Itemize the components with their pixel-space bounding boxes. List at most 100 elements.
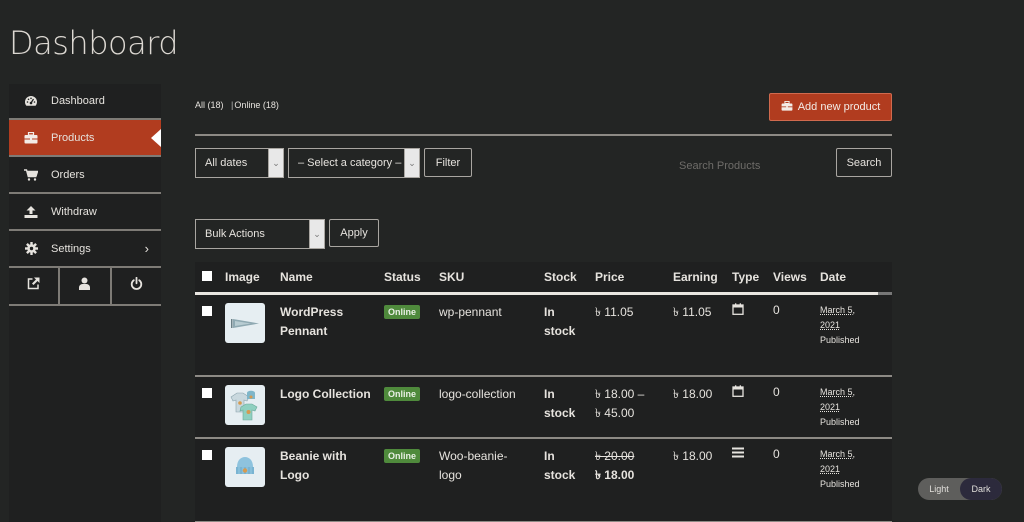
- briefcase-icon: [781, 100, 793, 114]
- product-date: March 5, 2021 Published: [820, 305, 860, 345]
- category-filter-select[interactable]: – Select a category – ⌄: [288, 148, 420, 178]
- stock-status: In stock: [544, 449, 576, 482]
- status-filter-links: All (18) |Online (18): [195, 100, 279, 110]
- status-badge: Online: [384, 305, 421, 319]
- product-earning: ৳ 18.00: [673, 449, 713, 463]
- product-thumbnail[interactable]: [225, 385, 265, 425]
- apply-button[interactable]: Apply: [329, 219, 379, 247]
- product-views: 0: [773, 447, 780, 461]
- category-filter-value: – Select a category –: [298, 157, 402, 169]
- external-link-icon: [27, 277, 40, 295]
- product-price-sale: ৳ 20.00 ৳ 18.00: [595, 447, 673, 485]
- sidebar-nav: Dashboard Products Orders Withdraw Setti…: [9, 84, 161, 522]
- table-row: Beanie with Logo Online Woo-beanie-logo I…: [195, 439, 892, 521]
- column-header-price: Price: [595, 269, 625, 284]
- product-price-range: ৳ 18.00 – ৳ 45.00: [595, 387, 645, 420]
- logout-button[interactable]: [112, 268, 161, 304]
- product-name-link[interactable]: WordPress Pennant: [280, 303, 384, 341]
- sidebar-item-dashboard[interactable]: Dashboard: [9, 84, 161, 120]
- calendar-icon: [732, 303, 744, 318]
- chevron-down-icon: ⌄: [404, 149, 419, 177]
- select-all-checkbox[interactable]: [202, 270, 212, 281]
- add-new-product-label: Add new product: [797, 101, 881, 113]
- row-checkbox[interactable]: [202, 306, 212, 316]
- product-date: March 5, 2021 Published: [820, 449, 860, 489]
- row-checkbox[interactable]: [202, 388, 212, 398]
- column-header-views: Views: [773, 269, 807, 284]
- table-row: Logo Collection Online logo-collection I…: [195, 377, 892, 439]
- column-header-image: Image: [225, 269, 260, 284]
- beanie-image: [236, 457, 254, 474]
- theme-toggle[interactable]: Light Dark: [918, 478, 1002, 500]
- cart-icon: [9, 168, 51, 181]
- sidebar-item-products[interactable]: Products: [9, 120, 161, 157]
- header-divider: [195, 134, 892, 136]
- product-date: March 5, 2021 Published: [820, 387, 860, 427]
- pennant-image: [231, 319, 259, 328]
- column-header-date: Date: [820, 269, 847, 284]
- gear-icon: [9, 242, 51, 255]
- theme-light-option[interactable]: Light: [918, 478, 960, 500]
- sidebar-item-withdraw[interactable]: Withdraw: [9, 194, 161, 231]
- page-title: Dashboard: [9, 24, 179, 62]
- product-thumbnail[interactable]: [225, 303, 265, 343]
- table-header-row: Image Name Status SKU Stock Price Earnin…: [195, 262, 892, 295]
- table-row: WordPress Pennant Online wp-pennant In sto…: [195, 295, 892, 377]
- sidebar-item-label: Orders: [51, 168, 85, 181]
- column-header-status: Status: [384, 269, 421, 284]
- filter-button[interactable]: Filter: [424, 148, 472, 177]
- profile-button[interactable]: [60, 268, 112, 304]
- column-header-stock: Stock: [544, 269, 577, 284]
- column-header-name: Name: [280, 269, 313, 284]
- sidebar-quick-actions: [9, 268, 161, 306]
- product-name-link[interactable]: Logo Collection: [280, 385, 384, 404]
- stock-status: In stock: [544, 305, 576, 338]
- logo-collection-image: [230, 390, 258, 421]
- sidebar-item-label: Withdraw: [51, 205, 97, 218]
- date-filter-select[interactable]: All dates ⌄: [195, 148, 284, 178]
- sale-price: ৳ 18.00: [595, 468, 635, 482]
- date-filter-value: All dates: [205, 157, 248, 169]
- power-icon: [130, 276, 143, 295]
- product-price: ৳ 11.05: [595, 305, 634, 319]
- status-badge: Online: [384, 449, 421, 463]
- chevron-down-icon: ⌄: [268, 149, 283, 177]
- product-earning: ৳ 11.05: [673, 305, 712, 319]
- list-icon: [732, 447, 744, 461]
- product-name-link[interactable]: Beanie with Logo: [280, 447, 384, 485]
- sidebar-item-settings[interactable]: Settings ›: [9, 231, 161, 268]
- status-badge: Online: [384, 387, 421, 401]
- column-header-earning: Earning: [673, 269, 718, 284]
- filter-all-link[interactable]: All (18): [195, 100, 224, 110]
- chevron-right-icon: ›: [144, 241, 149, 256]
- bulk-actions-value: Bulk Actions: [205, 228, 265, 240]
- product-views: 0: [773, 303, 780, 317]
- search-button[interactable]: Search: [836, 148, 892, 177]
- user-icon: [79, 277, 91, 295]
- sidebar-item-label: Dashboard: [51, 95, 105, 107]
- row-checkbox[interactable]: [202, 450, 212, 460]
- theme-dark-option[interactable]: Dark: [960, 478, 1002, 500]
- search-products-input[interactable]: [670, 152, 830, 180]
- sidebar-item-label: Settings: [51, 242, 91, 255]
- visit-store-button[interactable]: [9, 268, 61, 304]
- dashboard-gauge-icon: [9, 95, 51, 107]
- product-sku: logo-collection: [439, 387, 516, 401]
- bulk-actions-select[interactable]: Bulk Actions ⌄: [195, 219, 325, 249]
- add-new-product-button[interactable]: Add new product: [769, 93, 892, 121]
- sidebar-item-orders[interactable]: Orders: [9, 157, 161, 194]
- product-views: 0: [773, 385, 780, 399]
- product-earning: ৳ 18.00: [673, 387, 713, 401]
- calendar-icon: [732, 385, 744, 400]
- upload-icon: [9, 205, 51, 218]
- column-header-sku: SKU: [439, 269, 465, 284]
- product-thumbnail[interactable]: [225, 447, 265, 487]
- briefcase-icon: [9, 131, 51, 144]
- products-table: Image Name Status SKU Stock Price Earnin…: [195, 262, 892, 522]
- chevron-down-icon: ⌄: [309, 220, 324, 248]
- column-header-type: Type: [732, 269, 760, 284]
- filter-online-link[interactable]: Online (18): [234, 100, 279, 110]
- regular-price: ৳ 20.00: [595, 449, 635, 463]
- stock-status: In stock: [544, 387, 576, 420]
- sidebar-item-label: Products: [51, 131, 95, 144]
